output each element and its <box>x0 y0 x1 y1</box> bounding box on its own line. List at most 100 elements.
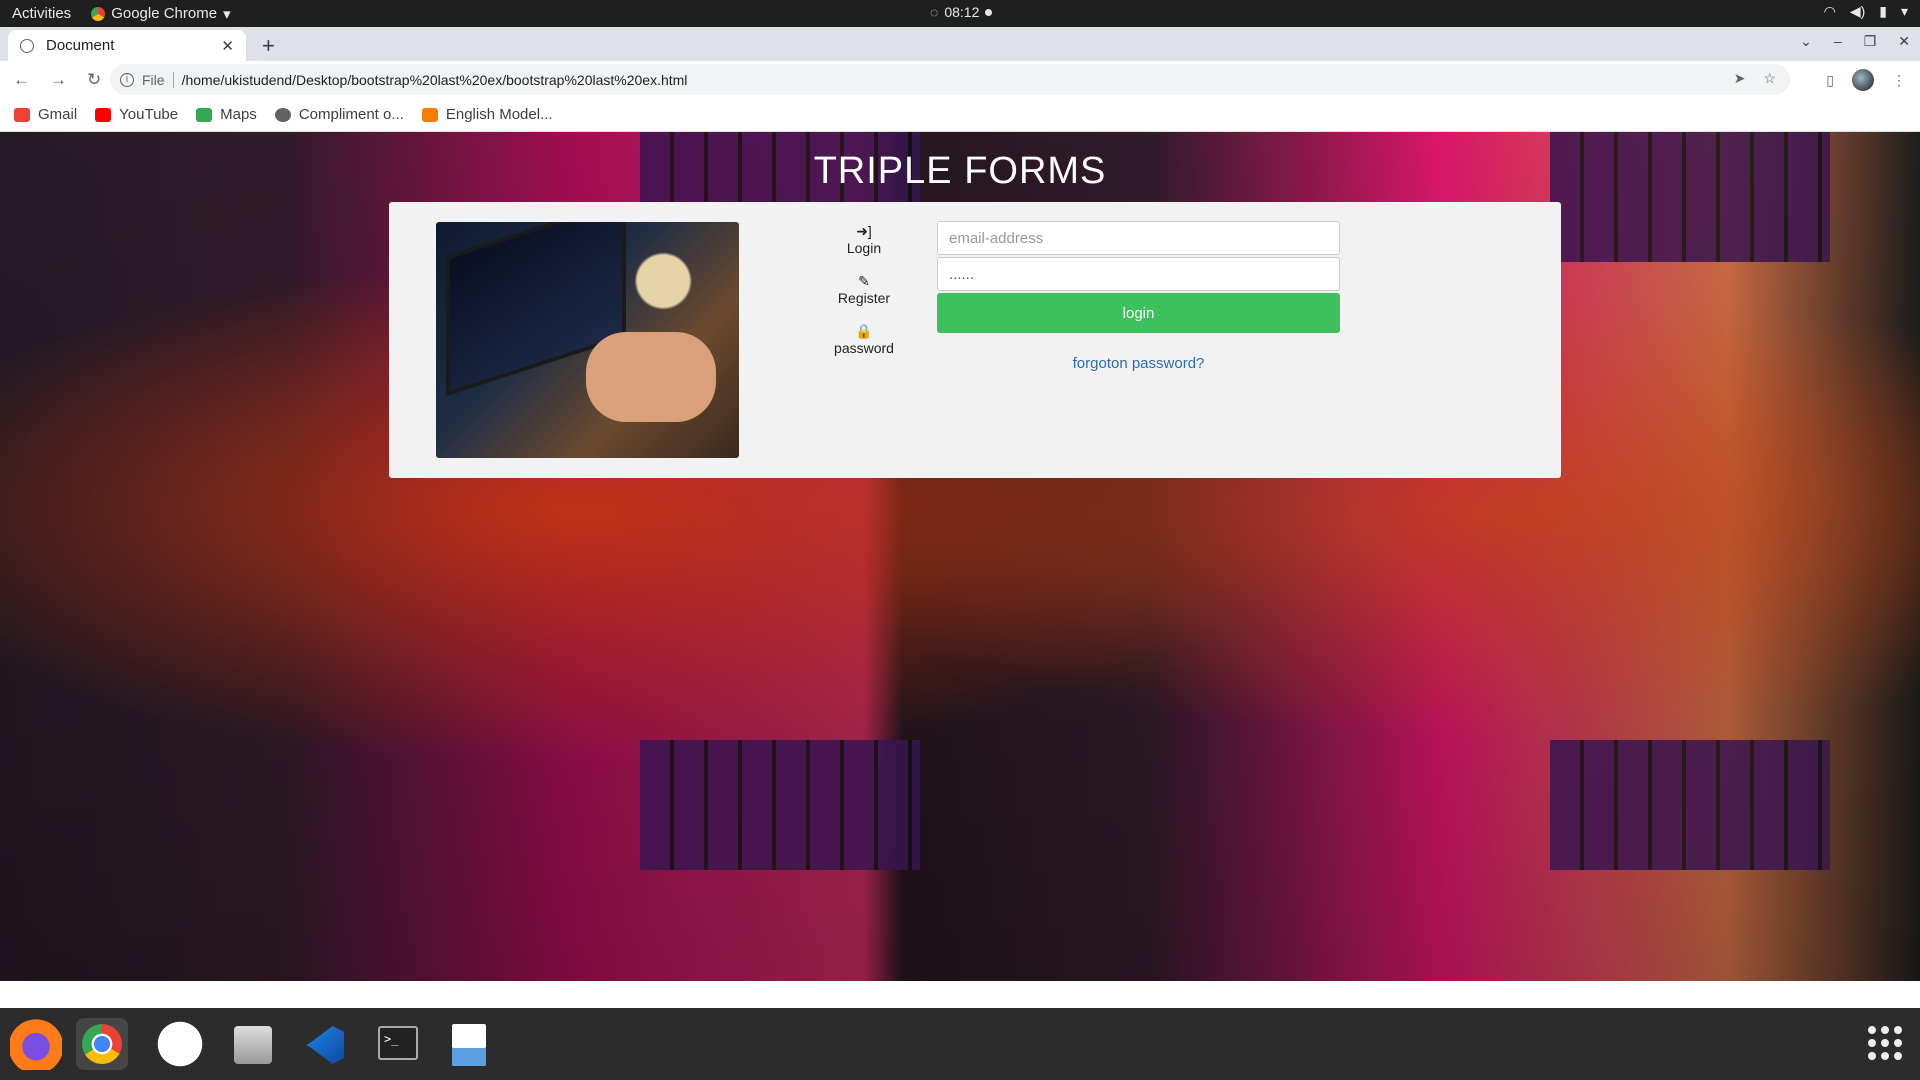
star-icon[interactable]: ☆ <box>1763 70 1776 87</box>
image-viewer-file <box>452 1024 486 1066</box>
address-divider <box>172 71 174 88</box>
page-viewport: TRIPLE FORMS ➜] Login ✎ Register 🔒 passw… <box>0 132 1920 981</box>
activities-button[interactable]: Activities <box>12 5 71 22</box>
menu-item-label: Register <box>837 290 891 306</box>
bookmark-maps[interactable]: Maps <box>196 106 257 123</box>
password-field[interactable] <box>937 257 1340 291</box>
info-icon[interactable]: i <box>120 72 134 87</box>
grid-dot <box>1894 1026 1902 1034</box>
grid-dot <box>1894 1052 1902 1060</box>
address-bar[interactable]: i File /home/ukistudend/Desktop/bootstra… <box>110 64 1790 95</box>
timer-icon: ◌ <box>930 4 939 20</box>
login-button[interactable]: login <box>937 293 1340 333</box>
profile-avatar[interactable] <box>1852 69 1874 91</box>
email-field[interactable] <box>937 221 1340 255</box>
page-bottom-strip <box>0 981 1920 1008</box>
wifi-icon: ◠ <box>1823 3 1836 19</box>
tab-title: Document <box>46 37 115 54</box>
firefox-icon[interactable] <box>10 1018 62 1070</box>
send-icon[interactable]: ➤ <box>1734 70 1746 87</box>
tab-search-icon[interactable]: ⌄ <box>1800 33 1812 50</box>
grid-dot <box>1881 1052 1889 1060</box>
hands-typing <box>586 332 716 422</box>
menu-item-label: Login <box>846 240 882 256</box>
grid-dot <box>1881 1026 1889 1034</box>
login-form: login forgoton password? <box>937 221 1340 372</box>
menu-item-label: password <box>834 340 894 356</box>
chrome-icon[interactable] <box>76 1018 128 1070</box>
toolbar-extensions: ▯ ⋮ <box>1826 69 1906 91</box>
globe-icon <box>274 107 291 122</box>
minimize-icon[interactable]: – <box>1834 33 1842 50</box>
terminal-icon[interactable]: >_ <box>370 1018 422 1070</box>
omnibox-actions: ➤ ☆ <box>1734 70 1776 87</box>
restore-icon[interactable]: ❐ <box>1864 33 1877 50</box>
battery-icon: ▮ <box>1879 3 1887 19</box>
vscode-icon[interactable] <box>298 1018 350 1070</box>
clock-time: 08:12 <box>944 4 980 20</box>
vscode-logo <box>306 1026 344 1064</box>
files-icon[interactable] <box>226 1018 278 1070</box>
bookmark-compliment[interactable]: Compliment o... <box>274 106 404 123</box>
chevron-down-icon: ▾ <box>1900 3 1908 19</box>
reload-icon[interactable]: ↻ <box>87 70 101 90</box>
chrome-logo <box>82 1024 122 1064</box>
new-tab-button[interactable]: + <box>262 33 275 59</box>
grid-dot <box>1868 1026 1876 1034</box>
system-tray[interactable]: ◠ ◀) ▮ ▾ <box>1824 3 1908 20</box>
menu-item-login[interactable]: ➜] Login <box>819 222 909 272</box>
laptop-photo <box>436 222 739 458</box>
forgot-password-link[interactable]: forgoton password? <box>937 355 1340 372</box>
lock-icon: 🔒 <box>855 323 873 339</box>
form-card: ➜] Login ✎ Register 🔒 password login for… <box>389 202 1561 478</box>
notification-dot <box>985 8 993 16</box>
forward-icon[interactable]: → <box>50 70 67 90</box>
page-title: TRIPLE FORMS <box>813 150 1107 192</box>
close-icon[interactable]: ✕ <box>221 37 234 55</box>
system-top-bar: Activities Google Chrome ▾ ◌ 08:12 ◠ ◀) … <box>0 0 1920 27</box>
chrome-icon <box>91 6 106 21</box>
volume-icon: ◀) <box>1849 3 1866 19</box>
address-url[interactable]: /home/ukistudend/Desktop/bootstrap%20las… <box>182 72 688 88</box>
background-keyboard-image <box>1550 740 1830 870</box>
slack-icon[interactable] <box>154 1018 206 1070</box>
app-menu-label: Google Chrome <box>111 5 218 22</box>
image-viewer-icon[interactable] <box>442 1018 494 1070</box>
grid-dot <box>1881 1039 1889 1047</box>
navigation-buttons: ← → ↻ <box>13 70 101 90</box>
bookmark-label: YouTube <box>119 106 179 123</box>
back-icon[interactable]: ← <box>13 70 30 90</box>
bookmark-label: Compliment o... <box>298 106 404 123</box>
chevron-down-icon: ▾ <box>223 5 231 23</box>
menu-item-register[interactable]: ✎ Register <box>819 272 909 322</box>
bookmark-label: Gmail <box>38 106 78 123</box>
blogger-icon <box>421 107 438 122</box>
background-keyboard-image <box>640 740 920 870</box>
sign-in-icon: ➜] <box>856 223 872 239</box>
bookmark-label: Maps <box>220 106 257 123</box>
bookmarks-bar: Gmail YouTube Maps Compliment o... Engli… <box>0 98 1920 132</box>
grid-dot <box>1894 1039 1902 1047</box>
more-menu-icon[interactable]: ⋮ <box>1892 72 1906 89</box>
close-window-icon[interactable]: ✕ <box>1898 33 1910 50</box>
form-switcher-menu: ➜] Login ✎ Register 🔒 password <box>819 222 909 372</box>
side-panel-icon[interactable]: ▯ <box>1826 72 1834 89</box>
pencil-icon: ✎ <box>858 273 870 289</box>
tab-document[interactable]: Document ✕ <box>8 30 246 61</box>
app-menu[interactable]: Google Chrome ▾ <box>91 5 231 23</box>
globe-icon <box>20 38 34 53</box>
gmail-icon <box>14 107 30 122</box>
youtube-icon <box>95 107 112 122</box>
grid-dot <box>1868 1039 1876 1047</box>
bookmark-english-model[interactable]: English Model... <box>421 106 553 123</box>
browser-toolbar: ← → ↻ i File /home/ukistudend/Desktop/bo… <box>0 61 1920 98</box>
menu-item-password[interactable]: 🔒 password <box>819 322 909 372</box>
clock[interactable]: ◌ 08:12 <box>930 4 993 20</box>
bookmark-youtube[interactable]: YouTube <box>95 106 178 123</box>
maps-icon <box>196 107 213 122</box>
bookmark-gmail[interactable]: Gmail <box>14 106 77 123</box>
terminal-window: >_ <box>378 1026 418 1060</box>
files-box <box>234 1026 272 1064</box>
address-scheme: File <box>142 71 165 88</box>
show-applications-button[interactable] <box>1868 1026 1902 1060</box>
